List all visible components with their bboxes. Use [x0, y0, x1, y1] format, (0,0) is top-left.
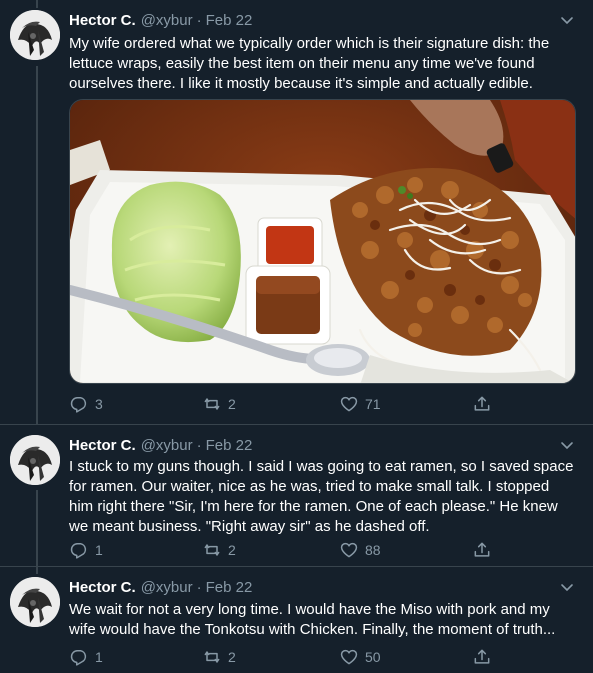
like-button[interactable]: 50 [339, 647, 381, 667]
heart-icon [340, 542, 358, 558]
tweet-photo[interactable] [69, 99, 576, 384]
retweet-button[interactable]: 2 [202, 540, 236, 560]
tweet[interactable]: Hector C. @xybur · Feb 22 My wife ordere… [0, 0, 593, 424]
avatar[interactable] [10, 435, 60, 485]
tweet[interactable]: Hector C. @xybur · Feb 22 I stuck to my … [0, 425, 593, 566]
chevron-down-icon[interactable] [557, 577, 577, 597]
share-button[interactable] [472, 647, 498, 667]
reply-count: 1 [95, 649, 103, 665]
avatar[interactable] [10, 577, 60, 627]
retweet-icon [204, 544, 220, 556]
author-handle[interactable]: @xybur [141, 579, 193, 596]
reply-icon [70, 650, 87, 666]
tweet-text: I stuck to my guns though. I said I was … [69, 458, 574, 535]
avatar[interactable] [10, 10, 60, 60]
tweet-header: Hector C. @xybur · Feb 22 [69, 435, 252, 455]
retweet-button[interactable]: 2 [202, 394, 236, 414]
author-name[interactable]: Hector C. [69, 12, 136, 29]
author-name[interactable]: Hector C. [69, 579, 136, 596]
separator-dot: · [196, 436, 202, 454]
share-icon [474, 396, 490, 411]
share-icon [474, 542, 490, 557]
retweet-count: 2 [228, 649, 236, 665]
tweet-header: Hector C. @xybur · Feb 22 [69, 10, 252, 30]
share-button[interactable] [472, 394, 498, 414]
share-button[interactable] [472, 540, 498, 560]
lettuce-wraps-photo [70, 100, 575, 383]
like-count: 88 [365, 542, 381, 558]
tweet-header: Hector C. @xybur · Feb 22 [69, 577, 252, 597]
tweet-actions: 1 2 88 [69, 540, 509, 560]
separator-dot: · [196, 578, 202, 596]
tweet-date[interactable]: Feb 22 [206, 12, 253, 29]
tweet-actions: 1 2 50 [69, 647, 509, 667]
author-handle[interactable]: @xybur [141, 437, 193, 454]
reply-count: 1 [95, 542, 103, 558]
author-name[interactable]: Hector C. [69, 437, 136, 454]
reply-button[interactable]: 3 [69, 394, 103, 414]
avatar-image [10, 577, 60, 627]
author-handle[interactable]: @xybur [141, 12, 193, 29]
reply-button[interactable]: 1 [69, 647, 103, 667]
retweet-button[interactable]: 2 [202, 647, 236, 667]
tweet-actions: 3 2 71 [69, 394, 509, 414]
tweet-date[interactable]: Feb 22 [206, 437, 253, 454]
retweet-count: 2 [228, 396, 236, 412]
heart-icon [340, 649, 358, 665]
tweet-text: We wait for not a very long time. I woul… [69, 601, 556, 638]
reply-button[interactable]: 1 [69, 540, 103, 560]
retweet-icon [204, 398, 220, 410]
tweet-date[interactable]: Feb 22 [206, 579, 253, 596]
reply-icon [70, 397, 87, 413]
heart-icon [340, 396, 358, 412]
separator-dot: · [196, 11, 202, 29]
reply-count: 3 [95, 396, 103, 412]
retweet-count: 2 [228, 542, 236, 558]
retweet-icon [204, 651, 220, 663]
like-button[interactable]: 71 [339, 394, 381, 414]
avatar-image [10, 435, 60, 485]
tweet-text: My wife ordered what we typically order … [69, 35, 550, 92]
like-count: 71 [365, 396, 381, 412]
reply-icon [70, 543, 87, 559]
chevron-down-icon[interactable] [557, 10, 577, 30]
avatar-image [10, 10, 60, 60]
share-icon [474, 649, 490, 664]
like-count: 50 [365, 649, 381, 665]
tweet[interactable]: Hector C. @xybur · Feb 22 We wait for no… [0, 567, 593, 673]
like-button[interactable]: 88 [339, 540, 381, 560]
chevron-down-icon[interactable] [557, 435, 577, 455]
